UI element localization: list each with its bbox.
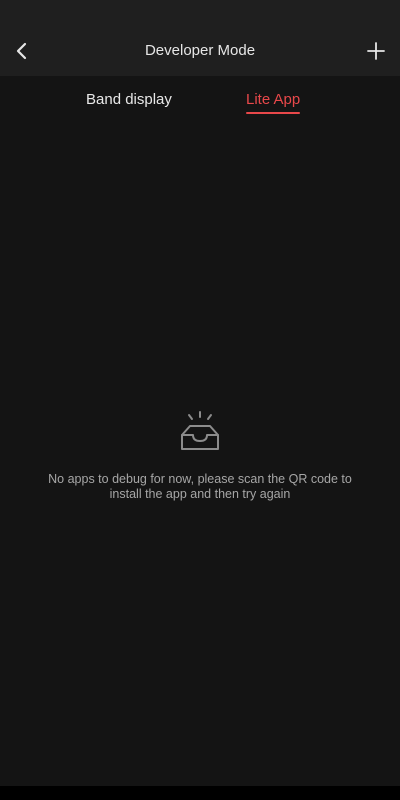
developer-mode-screen: Developer Mode Band display Lite App No … bbox=[0, 0, 400, 800]
empty-inbox-icon bbox=[181, 411, 219, 450]
page-title: Developer Mode bbox=[144, 42, 256, 59]
active-tab-indicator bbox=[246, 112, 300, 114]
tab-lite-app[interactable]: Lite App bbox=[246, 90, 300, 110]
tab-band-display[interactable]: Band display bbox=[86, 90, 172, 110]
app-header: Developer Mode bbox=[0, 0, 400, 76]
empty-state-message: No apps to debug for now, please scan th… bbox=[48, 472, 352, 501]
plus-icon bbox=[367, 42, 385, 60]
tab-bar: Band display Lite App bbox=[0, 76, 400, 124]
system-navigation-bar bbox=[0, 786, 400, 800]
add-button[interactable] bbox=[360, 33, 392, 69]
empty-state: No apps to debug for now, please scan th… bbox=[0, 408, 400, 502]
